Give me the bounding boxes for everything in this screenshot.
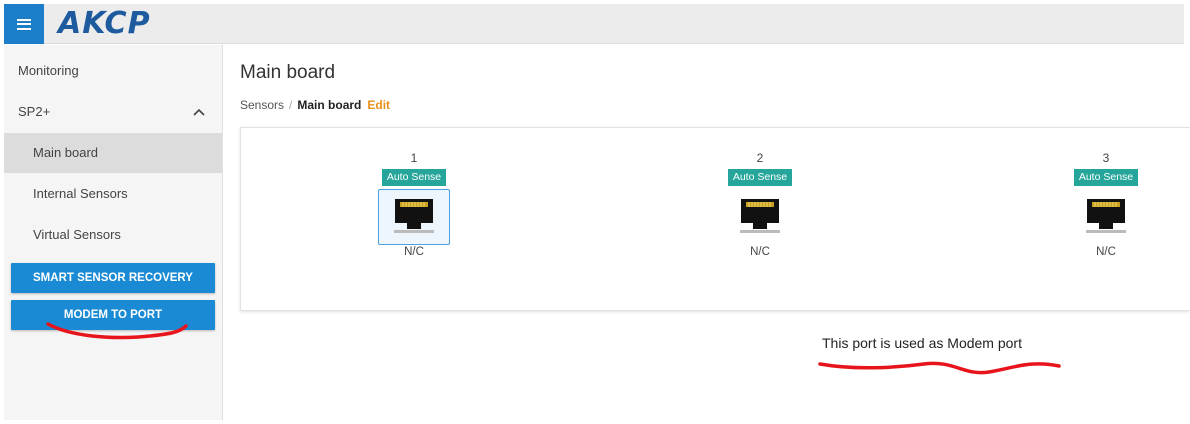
port-3[interactable]: 3 Auto Sense N/C <box>1066 149 1146 259</box>
auto-sense-badge: Auto Sense <box>1073 169 1139 186</box>
rj45-port-icon[interactable] <box>1070 189 1142 245</box>
sidebar-item-label: Internal Sensors <box>33 186 128 201</box>
page-title: Main board <box>240 62 336 83</box>
sidebar-item-label: Monitoring <box>18 63 79 78</box>
port-number: 1 <box>410 151 418 165</box>
akcp-logo: AKCP <box>58 6 151 41</box>
breadcrumb-sensors-link[interactable]: Sensors <box>240 98 284 112</box>
smart-sensor-recovery-button[interactable]: SMART SENSOR RECOVERY <box>11 263 215 293</box>
sidebar-item-label: SP2+ <box>18 104 51 119</box>
rj45-port-icon[interactable] <box>724 189 796 245</box>
ports-card: 1 Auto Sense N/C 2 Auto Sense N/C 3 Auto… <box>240 127 1190 311</box>
port-number: 2 <box>756 151 764 165</box>
red-underline-annotation <box>818 361 1061 375</box>
port-1[interactable]: 1 Auto Sense N/C <box>374 149 454 259</box>
auto-sense-badge: Auto Sense <box>381 169 447 186</box>
sidebar-item-internal-sensors[interactable]: Internal Sensors <box>4 174 222 214</box>
breadcrumb-current: Main board <box>297 98 362 112</box>
port-status: N/C <box>404 246 424 258</box>
chevron-up-icon[interactable] <box>192 92 206 132</box>
port-number: 3 <box>1102 151 1110 165</box>
modem-port-note: This port is used as Modem port <box>822 335 1022 351</box>
modem-to-port-button[interactable]: MODEM TO PORT <box>11 300 215 330</box>
rj45-port-icon[interactable] <box>378 189 450 245</box>
edit-link[interactable]: Edit <box>367 98 390 112</box>
sidebar: Monitoring SP2+ Main board Internal Sens… <box>4 45 223 420</box>
sidebar-item-label: Main board <box>33 145 99 160</box>
auto-sense-badge: Auto Sense <box>727 169 793 186</box>
menu-button[interactable] <box>4 4 44 44</box>
breadcrumb-separator: / <box>289 98 293 112</box>
sidebar-item-main-board[interactable]: Main board <box>4 133 222 173</box>
breadcrumb: Sensors / Main board Edit <box>240 98 390 112</box>
port-status: N/C <box>1096 246 1116 258</box>
sidebar-item-monitoring[interactable]: Monitoring <box>4 51 222 91</box>
port-status: N/C <box>750 246 770 258</box>
sidebar-item-sp2plus[interactable]: SP2+ <box>4 92 222 132</box>
port-2[interactable]: 2 Auto Sense N/C <box>720 149 800 259</box>
sidebar-item-virtual-sensors[interactable]: Virtual Sensors <box>4 215 222 255</box>
sidebar-item-label: Virtual Sensors <box>33 227 121 242</box>
hamburger-menu-icon <box>17 18 31 30</box>
top-bar: AKCP <box>4 4 1184 44</box>
